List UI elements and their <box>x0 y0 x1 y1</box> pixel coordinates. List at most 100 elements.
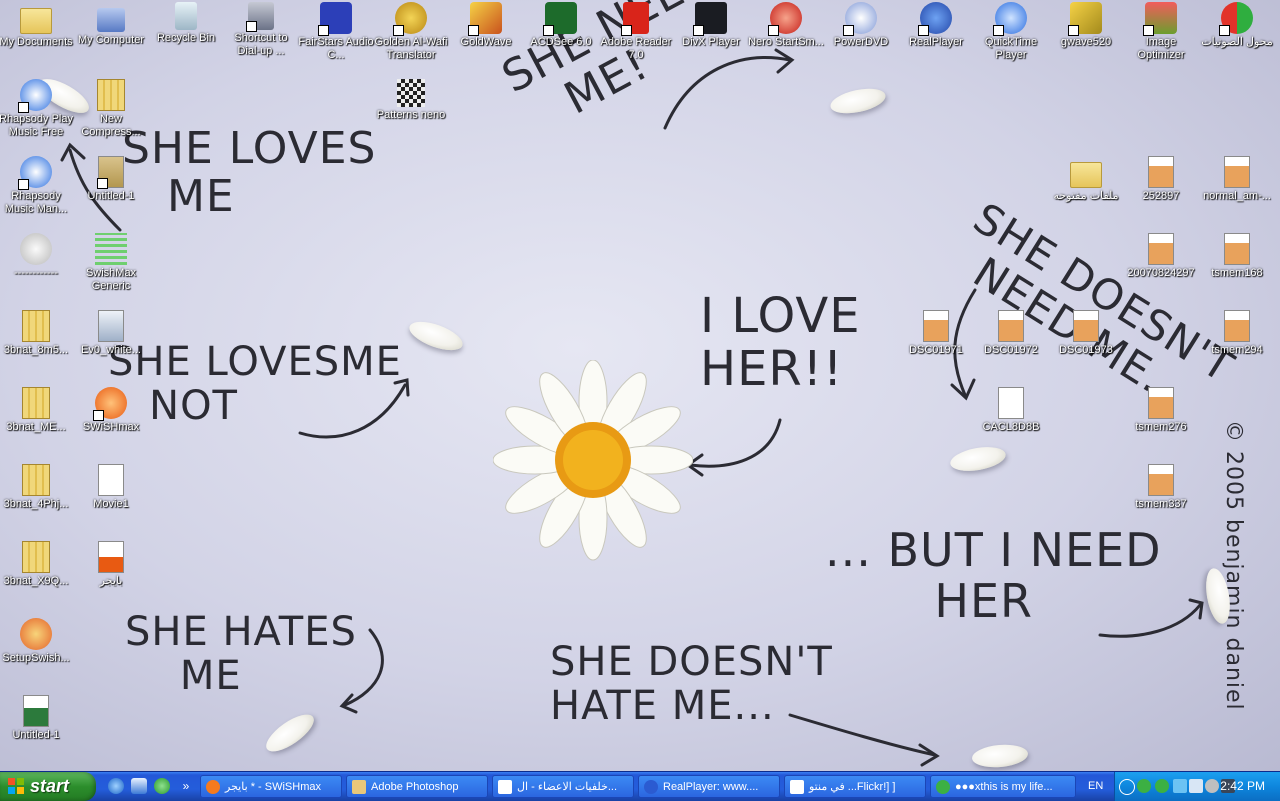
image-file-icon <box>1148 156 1174 188</box>
desktop-icon-adobe-reader[interactable]: Adobe Reader 7.0 <box>597 2 675 62</box>
task-photoshop[interactable]: Adobe Photoshop <box>346 775 488 798</box>
desktop-icon-recycle-bin[interactable]: Recycle Bin <box>147 2 225 45</box>
desktop-icon-realplayer[interactable]: RealPlayer <box>897 2 975 49</box>
desktop-icon-tsmem294[interactable]: tsmem294 <box>1198 310 1276 357</box>
zip-folder-icon <box>22 541 50 573</box>
desktop-icon-powerdvd[interactable]: PowerDVD <box>822 2 900 49</box>
desktop-icon-rhapsody-manager[interactable]: Rhapsody Music Man... <box>0 156 75 216</box>
taskbar: start » بايجر * - SWiSHmax Adobe Photosh… <box>0 771 1280 801</box>
desktop-icon-patterns[interactable]: Patterns neno <box>372 79 450 122</box>
desktop-icon-dsc01971[interactable]: DSC01971 <box>897 310 975 357</box>
desktop-icon-20070824297[interactable]: 20070824297 <box>1122 233 1200 280</box>
my-documents-icon <box>20 8 52 34</box>
nero-icon <box>768 2 802 36</box>
desktop-icon-movie1[interactable]: Movie1 <box>72 464 150 511</box>
quick-launch-overflow[interactable]: » <box>178 778 194 794</box>
realplayer-icon <box>644 780 658 794</box>
desktop-icon-my-computer[interactable]: My Computer <box>72 2 150 47</box>
desktop-icon-normal-am[interactable]: normal_am-... <box>1198 156 1276 203</box>
security-icon[interactable] <box>1205 779 1219 793</box>
desktop-icon-tsmem337[interactable]: tsmem337 <box>1122 464 1200 511</box>
powerdvd-icon <box>843 2 877 36</box>
desktop-icon-3bnat-me[interactable]: 3bnat_ME... <box>0 387 75 434</box>
desktop-icon-swishmax[interactable]: SWiSHmax <box>72 387 150 434</box>
messenger-icon[interactable] <box>154 778 170 794</box>
task-realplayer[interactable]: RealPlayer: www.... <box>638 775 780 798</box>
volume-icon[interactable] <box>1189 779 1203 793</box>
network-icon[interactable] <box>1173 779 1187 793</box>
dialup-icon <box>246 2 274 32</box>
gwave-icon <box>1068 2 1102 36</box>
rhapsody-icon <box>18 156 52 190</box>
desktop-icon-image-optimizer[interactable]: Image Optimizer <box>1122 2 1200 62</box>
desktop[interactable]: SHE LOVES ME SHE NEEDS ME! SHE DOESN'T N… <box>0 0 1280 771</box>
desktop-icon-dsc01973[interactable]: DSC01973 <box>1047 310 1125 357</box>
quicktime-icon <box>993 2 1027 36</box>
setup-icon <box>20 618 52 650</box>
outlook-icon[interactable] <box>131 778 147 794</box>
swishmax-icon <box>206 780 220 794</box>
language-indicator[interactable]: EN <box>1088 772 1103 801</box>
realplayer-icon <box>918 2 952 36</box>
zip-folder-icon <box>22 387 50 419</box>
desktop-icon-rhapsody-play[interactable]: Rhapsody Play Music Free <box>0 79 75 139</box>
desktop-icon-untitled-gif[interactable]: Untitled-1 <box>0 695 75 742</box>
image-file-icon <box>1148 233 1174 265</box>
task-messenger-chat[interactable]: ●●●xthis is my life... <box>930 775 1076 798</box>
desktop-icon-dsc01972[interactable]: DSC01972 <box>972 310 1050 357</box>
psd-file-icon <box>97 156 124 189</box>
desktop-icon-divx[interactable]: DivX Player <box>672 2 750 49</box>
translator-icon <box>393 2 427 36</box>
clock[interactable]: 2:42 PM <box>1220 772 1265 801</box>
start-button[interactable]: start <box>0 772 96 801</box>
task-swishmax[interactable]: بايجر * - SWiSHmax <box>200 775 342 798</box>
desktop-icon-setupswish[interactable]: SetupSwish... <box>0 618 75 665</box>
desktop-icon-3bnat-x9q[interactable]: 3bnat_X9Q... <box>0 541 75 588</box>
messenger-icon[interactable] <box>1155 779 1169 793</box>
desktop-icon-nero[interactable]: Nero StartSm... <box>747 2 825 49</box>
desktop-icon-separator[interactable]: ------------ <box>0 233 75 280</box>
desktop-icon-tsmem276[interactable]: tsmem276 <box>1122 387 1200 434</box>
task-browser-flickr[interactable]: في منتو ...Flickr!] ] <box>784 775 926 798</box>
desktop-icon-translator[interactable]: Golden Al-Wafi Translator <box>372 2 450 62</box>
desktop-icon-acdsee[interactable]: ACDSee 6.0 <box>522 2 600 49</box>
image-file-icon <box>98 310 124 342</box>
adobe-reader-icon <box>621 2 649 36</box>
desktop-icon-fairstars[interactable]: FairStars Audio C... <box>297 2 375 62</box>
task-browser-forum[interactable]: خلفيات الاعضاء - ال... <box>492 775 634 798</box>
desktop-icon-swishmax-generic[interactable]: SwishMax Generic <box>72 233 150 293</box>
system-tray: 2:42 PM <box>1114 772 1280 801</box>
zip-folder-icon <box>22 310 50 342</box>
desktop-icon-252897[interactable]: 252897 <box>1122 156 1200 203</box>
image-optimizer-icon <box>1143 2 1177 36</box>
desktop-icon-ev0-white[interactable]: Ev0_white... <box>72 310 150 357</box>
desktop-icon-audio-converter[interactable]: محول الصوتيات <box>1198 2 1276 49</box>
image-file-icon <box>1224 310 1250 342</box>
swishmax-icon <box>93 387 127 421</box>
ie-icon[interactable] <box>108 778 124 794</box>
desktop-icon-new-compressed[interactable]: New Compress... <box>72 79 150 139</box>
desktop-icon-goldwave[interactable]: GoldWave <box>447 2 525 49</box>
desktop-icon-quicktime[interactable]: QuickTime Player <box>972 2 1050 62</box>
desktop-icon-3bnat-8m5[interactable]: 3bnat_8m5... <box>0 310 75 357</box>
desktop-icon-open-files-folder[interactable]: ملفات مفتوحه <box>1047 156 1125 203</box>
desktop-icon-tsmem168[interactable]: tsmem168 <box>1198 233 1276 280</box>
rhapsody-icon <box>18 79 52 113</box>
desktop-icon-swish-file[interactable]: بايجر <box>72 541 150 588</box>
start-label: start <box>30 776 70 796</box>
desktop-icon-3bnat-4phj[interactable]: 3bnat_4Phj... <box>0 464 75 511</box>
desktop-icon-dialup[interactable]: Shortcut to Dial-up ... <box>222 2 300 58</box>
collapse-icon[interactable] <box>1119 779 1135 795</box>
swishmax-icon <box>95 233 127 265</box>
audio-converter-icon <box>1219 2 1253 36</box>
messenger-icon[interactable] <box>1137 779 1151 793</box>
desktop-icon-cacl8d8b[interactable]: CACL8D8B <box>972 387 1050 434</box>
disc-icon <box>20 233 52 265</box>
pattern-icon <box>397 79 425 107</box>
image-file-icon <box>1224 156 1250 188</box>
desktop-icon-gwave[interactable]: gwave520 <box>1047 2 1125 49</box>
desktop-icon-untitled-psd[interactable]: Untitled-1 <box>72 156 150 203</box>
desktop-icon-my-documents[interactable]: My Documents <box>0 2 75 49</box>
image-file-icon <box>998 310 1024 342</box>
recycle-bin-icon <box>175 2 197 30</box>
